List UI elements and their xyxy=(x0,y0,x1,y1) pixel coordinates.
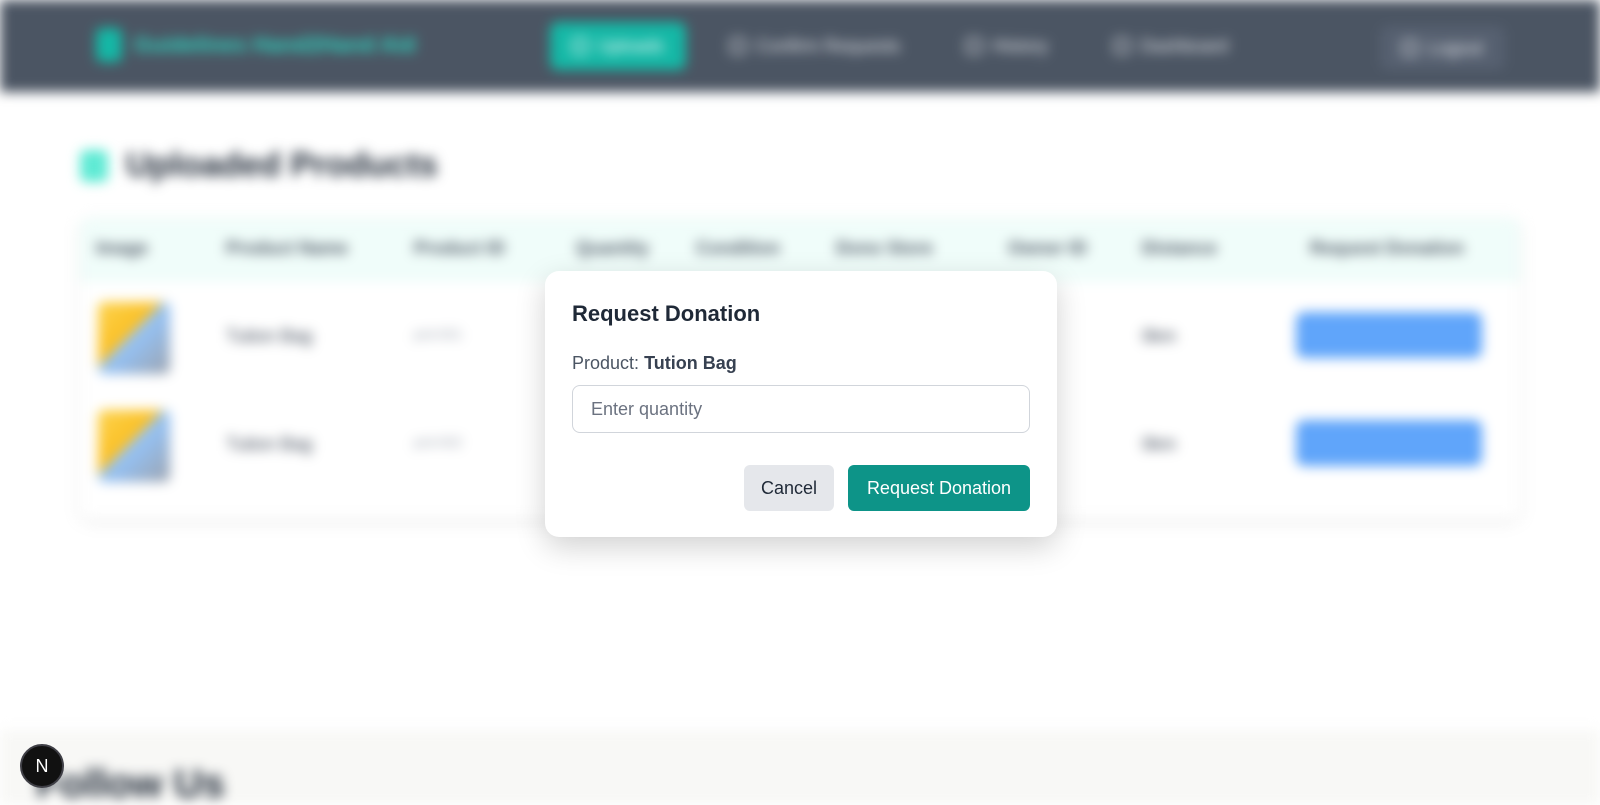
nav-item-uploads[interactable]: Uploads xyxy=(550,22,687,70)
product-image xyxy=(98,410,170,482)
nav-links: Uploads Confirm Requests History Dashboa… xyxy=(550,22,1250,70)
upload-icon xyxy=(572,38,588,54)
distance: 0km xyxy=(1142,434,1177,454)
request-donation-button[interactable] xyxy=(1296,420,1482,466)
footer-heading: Follow Us xyxy=(36,762,225,805)
product-image xyxy=(98,302,170,374)
footer: Follow Us xyxy=(0,730,1600,805)
clock-icon xyxy=(966,38,983,54)
column-header: Image xyxy=(96,238,149,258)
column-header: Quantity xyxy=(576,238,650,258)
request-donation-button[interactable] xyxy=(1296,312,1482,358)
brand-name: Guidelines Hand2Hand Aid xyxy=(134,32,416,57)
logout-button[interactable]: Logout xyxy=(1380,26,1506,70)
brand-logo-icon xyxy=(96,28,122,62)
page-title-text: Uploaded Products xyxy=(126,146,438,184)
check-icon xyxy=(730,38,747,54)
dev-tools-badge[interactable]: N xyxy=(20,744,64,788)
product-id: prd-001 xyxy=(414,326,463,342)
column-header: Condition xyxy=(696,238,780,258)
logout-icon xyxy=(1402,40,1418,56)
distance: 0km xyxy=(1142,326,1177,346)
column-header: Owner ID xyxy=(1008,238,1088,258)
navbar: Guidelines Hand2Hand Aid Uploads Confirm… xyxy=(0,0,1600,92)
request-donation-submit-button[interactable]: Request Donation xyxy=(848,465,1030,511)
modal-product-line: Product: Tution Bag xyxy=(572,353,737,374)
product-id: prd-002 xyxy=(414,434,463,450)
column-header: Request Donation xyxy=(1310,238,1465,258)
nav-item-label: Uploads xyxy=(598,35,665,56)
column-header: Distance xyxy=(1142,238,1218,258)
product-name: Tution Bag xyxy=(644,353,737,373)
brand[interactable]: Guidelines Hand2Hand Aid xyxy=(96,28,416,62)
product-name: Tution Bag xyxy=(226,326,313,346)
column-header: Product Name xyxy=(226,238,349,258)
modal-title: Request Donation xyxy=(572,301,761,326)
nav-item-confirm-requests[interactable]: Confirm Requests xyxy=(708,22,922,70)
logout-label: Logout xyxy=(1428,37,1484,58)
quantity-input[interactable] xyxy=(572,385,1030,433)
dashboard-icon xyxy=(1114,38,1131,54)
nav-item-history[interactable]: History xyxy=(944,22,1070,70)
cancel-button[interactable]: Cancel xyxy=(744,465,834,511)
page-title: Uploaded Products xyxy=(80,146,438,185)
product-label: Product: xyxy=(572,353,640,373)
column-header: Dono Store xyxy=(836,238,933,258)
box-icon xyxy=(80,149,108,182)
column-header: Product ID xyxy=(414,238,506,258)
nav-item-label: Dashboard xyxy=(1140,35,1229,56)
nav-item-label: History xyxy=(992,35,1049,56)
nav-item-label: Confirm Requests xyxy=(756,35,901,56)
product-name: Tution Bag xyxy=(226,434,313,454)
nav-item-dashboard[interactable]: Dashboard xyxy=(1092,22,1250,70)
request-donation-modal: Request Donation Product: Tution Bag Can… xyxy=(545,271,1057,537)
